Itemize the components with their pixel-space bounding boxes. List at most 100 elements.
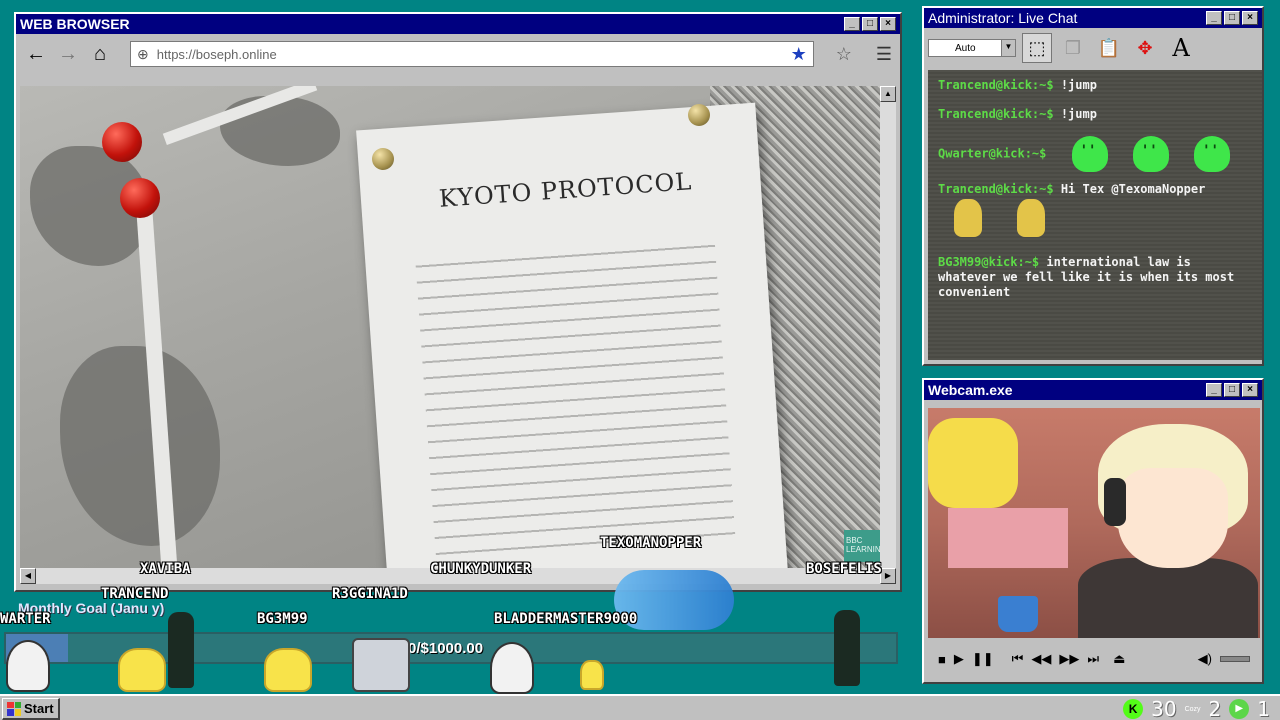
- close-button[interactable]: ×: [880, 17, 896, 31]
- viewer-name: TRANCEND: [101, 586, 169, 602]
- browser-content: KYOTO PROTOCOL BBC LEARNING: [20, 86, 880, 568]
- chat-toolbar: Auto ▼ ⬚ ❐ 📋 ✥ A: [924, 28, 1262, 68]
- dropdown-arrow-icon[interactable]: ▼: [1001, 40, 1015, 56]
- maximize-button[interactable]: □: [1224, 11, 1240, 25]
- chat-user: Qwarter@kick:~$: [938, 146, 1047, 161]
- chat-message: Trancend@kick:~$ !jump: [938, 78, 1252, 93]
- tray-count: 1: [1257, 697, 1270, 720]
- chat-title: Administrator: Live Chat: [928, 10, 1078, 26]
- broadcaster-watermark: BBC LEARNING: [844, 530, 880, 562]
- viewer-name: BLADDERMASTER9000: [494, 611, 638, 627]
- address-bar[interactable]: ⊕ https://boseph.online ★: [130, 41, 814, 67]
- chat-user: BG3M99@kick:~$: [938, 255, 1040, 269]
- maximize-button[interactable]: □: [862, 17, 878, 31]
- chat-messages[interactable]: Trancend@kick:~$ !jump Trancend@kick:~$ …: [928, 70, 1262, 360]
- chat-titlebar[interactable]: Administrator: Live Chat _ □ ×: [924, 8, 1262, 28]
- scroll-up-arrow-icon[interactable]: ▲: [880, 86, 896, 102]
- bookmark-filled-star-icon[interactable]: ★: [791, 44, 807, 65]
- chat-message: Trancend@kick:~$ !jump: [938, 107, 1252, 122]
- minimize-button[interactable]: _: [1206, 11, 1222, 25]
- minimize-button[interactable]: _: [844, 17, 860, 31]
- viewer-name: BOSEFELIS: [806, 561, 882, 577]
- media-controls: ■ ▶ ❚❚ ⏮ ◀◀ ▶▶ ⏭ ⏏ ◀): [928, 644, 1260, 674]
- kick-logo-icon[interactable]: K: [1123, 699, 1144, 719]
- chat-text: !jump: [1060, 78, 1097, 92]
- pause-icon[interactable]: ❚❚: [972, 651, 994, 667]
- avatar-sprite: [352, 638, 410, 692]
- minimize-button[interactable]: _: [1206, 383, 1222, 397]
- browser-titlebar[interactable]: WEB BROWSER _ □ ×: [16, 14, 900, 34]
- skip-forward-icon[interactable]: ⏭: [1087, 651, 1099, 667]
- document-paper: KYOTO PROTOCOL: [356, 102, 788, 568]
- chat-text: !jump: [1060, 107, 1097, 121]
- goal-amount: 0/$1000.00: [408, 640, 484, 657]
- avatar-sprite: [490, 642, 534, 694]
- viewer-count: 30: [1151, 697, 1177, 720]
- close-button[interactable]: ×: [1242, 383, 1258, 397]
- rewind-icon[interactable]: ◀◀: [1031, 651, 1051, 667]
- volume-icon[interactable]: ◀): [1198, 651, 1212, 667]
- avatar-sprite: [834, 610, 860, 686]
- avatar-sprite: [118, 648, 166, 692]
- headphones-icon: [1104, 478, 1126, 526]
- scroll-right-arrow-icon[interactable]: ▶: [880, 568, 896, 584]
- move-tool-icon[interactable]: ✥: [1130, 33, 1160, 63]
- menu-hamburger-icon[interactable]: ☰: [876, 44, 892, 65]
- avatar-sprite: [6, 640, 50, 692]
- home-icon[interactable]: ⌂: [88, 42, 112, 66]
- chat-user: Trancend@kick:~$: [938, 182, 1054, 196]
- skip-back-icon[interactable]: ⏮: [1012, 651, 1024, 667]
- viewer-name: XAVIBA: [140, 561, 191, 577]
- text-tool-icon[interactable]: A: [1166, 33, 1196, 63]
- webcam-titlebar[interactable]: Webcam.exe _ □ ×: [924, 380, 1262, 400]
- bed: [948, 508, 1068, 568]
- chat-message: Qwarter@kick:~$: [938, 136, 1252, 172]
- chat-message: BG3M99@kick:~$ international law is what…: [938, 255, 1252, 300]
- url-text[interactable]: https://boseph.online: [157, 47, 783, 62]
- chat-user: Trancend@kick:~$: [938, 78, 1054, 92]
- webcam-title: Webcam.exe: [928, 382, 1013, 398]
- taskbar: Start K 30 Cozy 2 ▶ 1: [0, 694, 1280, 720]
- play-circle-icon[interactable]: ▶: [1229, 699, 1250, 719]
- plush-pillow: [928, 418, 1018, 508]
- start-button[interactable]: Start: [2, 698, 60, 720]
- vertical-scrollbar[interactable]: ▲: [880, 86, 896, 568]
- slime-emote-icon: [1132, 136, 1169, 172]
- font-size-select[interactable]: Auto ▼: [928, 39, 1016, 57]
- thumbtack-icon: [688, 104, 710, 126]
- fast-forward-icon[interactable]: ▶▶: [1059, 651, 1079, 667]
- document-body-lines: [415, 235, 736, 566]
- tray-count: 2: [1208, 697, 1222, 720]
- back-arrow-icon[interactable]: ←: [24, 42, 48, 66]
- play-icon[interactable]: ▶: [954, 651, 964, 667]
- system-tray: K 30 Cozy 2 ▶ 1: [1123, 696, 1270, 720]
- webcam-feed: [928, 408, 1260, 638]
- chat-message: Trancend@kick:~$ Hi Tex @TexomaNopper: [938, 182, 1252, 241]
- volume-slider[interactable]: [1220, 656, 1250, 662]
- scroll-left-arrow-icon[interactable]: ◀: [20, 568, 36, 584]
- paste-tool-icon[interactable]: 📋: [1094, 33, 1124, 63]
- close-button[interactable]: ×: [1242, 11, 1258, 25]
- red-map-pin-icon: [120, 178, 160, 218]
- blue-mug: [998, 596, 1038, 632]
- viewer-name: R3GGINA1D: [332, 586, 408, 602]
- avatar-sprite: [264, 648, 312, 692]
- browser-title: WEB BROWSER: [20, 16, 130, 32]
- select-tool-icon[interactable]: ⬚: [1022, 33, 1052, 63]
- maximize-button[interactable]: □: [1224, 383, 1240, 397]
- eject-icon[interactable]: ⏏: [1113, 651, 1125, 667]
- chat-user: Trancend@kick:~$: [938, 107, 1054, 121]
- favorites-star-icon[interactable]: ☆: [836, 44, 852, 65]
- document-title: KYOTO PROTOCOL: [438, 167, 694, 213]
- cozy-label: Cozy: [1184, 705, 1201, 713]
- forward-arrow-icon[interactable]: →: [56, 42, 80, 66]
- copy-tool-icon[interactable]: ❐: [1058, 33, 1088, 63]
- kid-emote-icon: [954, 199, 982, 237]
- browser-navbar: ← → ⌂ ⊕ https://boseph.online ★ ☆ ☰: [16, 34, 900, 74]
- stop-icon[interactable]: ■: [938, 652, 946, 667]
- chat-text: Hi Tex @TexomaNopper: [1060, 182, 1206, 196]
- avatar-body: [1078, 558, 1258, 638]
- viewer-name: BG3M99: [257, 611, 308, 627]
- chat-window: Administrator: Live Chat _ □ × Auto ▼ ⬚ …: [922, 6, 1264, 366]
- kid-emote-icon: [1017, 199, 1046, 237]
